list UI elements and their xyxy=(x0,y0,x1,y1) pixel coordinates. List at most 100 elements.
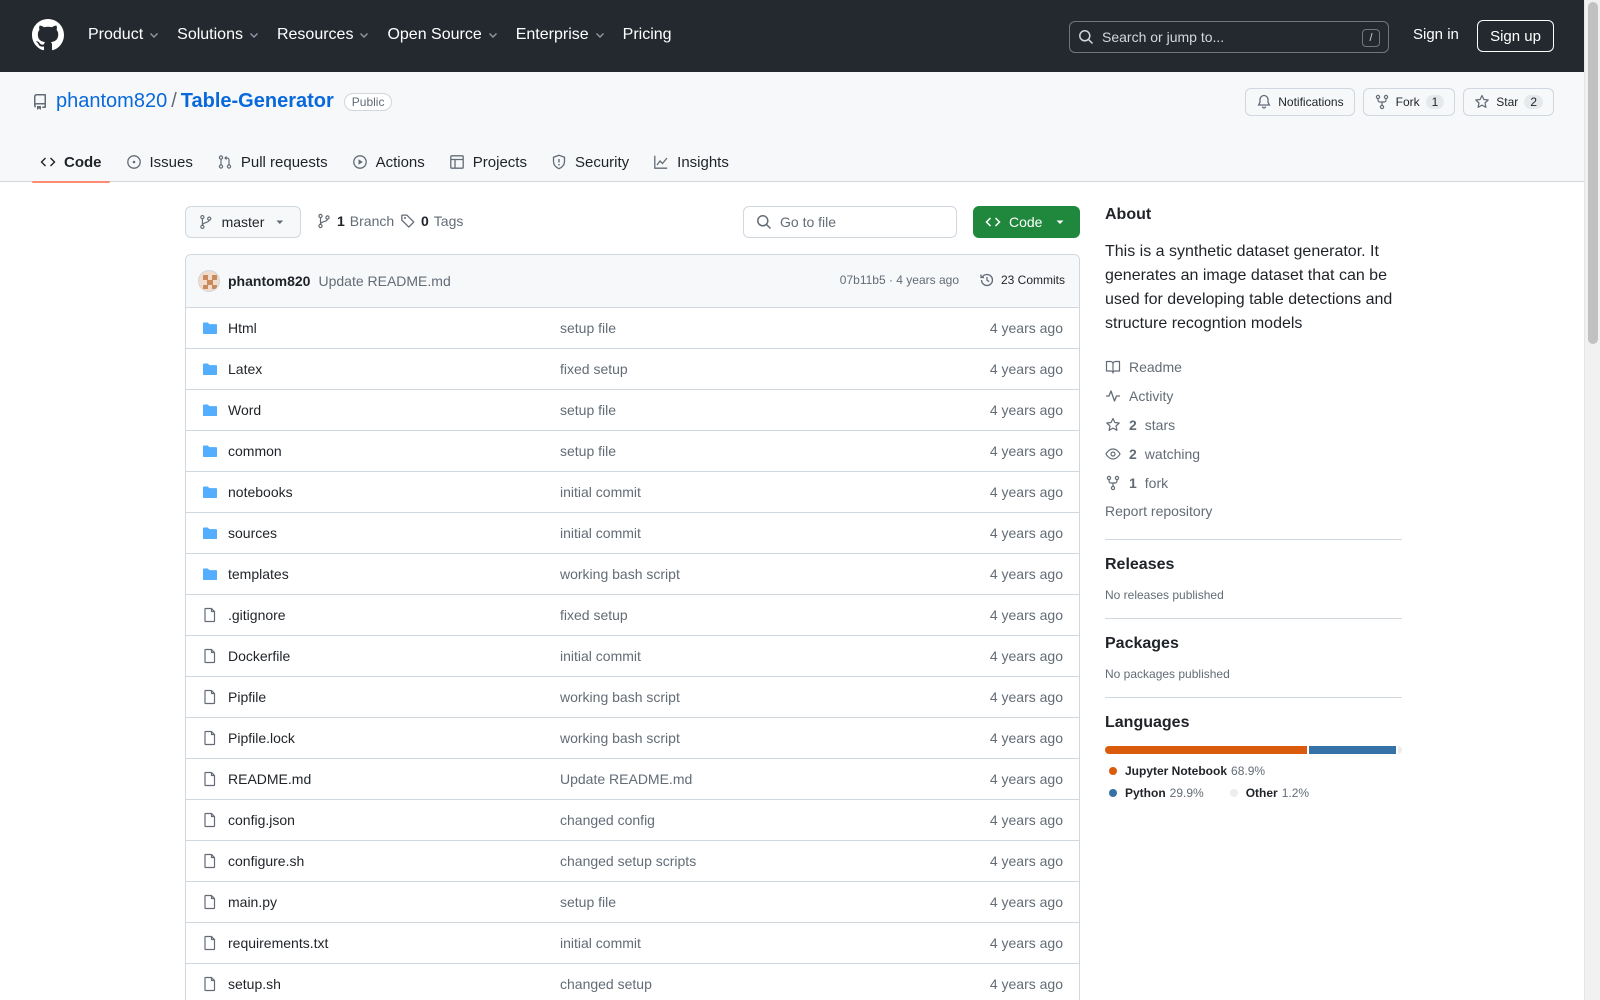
tab-pull-requests[interactable]: Pull requests xyxy=(209,142,336,182)
language-name: Other xyxy=(1245,786,1278,800)
file-name-link[interactable]: common xyxy=(228,443,282,459)
table-row[interactable]: common setup file 4 years ago xyxy=(186,431,1079,472)
page-scrollbar[interactable] xyxy=(1584,0,1600,1000)
file-commit-message-link[interactable]: initial commit xyxy=(560,935,641,951)
tab-code[interactable]: Code xyxy=(32,142,110,183)
file-commit-message-link[interactable]: working bash script xyxy=(560,566,680,582)
table-row[interactable]: templates working bash script 4 years ago xyxy=(186,554,1079,595)
commit-author-link[interactable]: phantom820 xyxy=(228,273,310,289)
sign-up-button[interactable]: Sign up xyxy=(1477,20,1554,52)
file-name-link[interactable]: notebooks xyxy=(228,484,293,500)
forks-link[interactable]: 1 fork xyxy=(1105,468,1402,497)
activity-link[interactable]: Activity xyxy=(1105,381,1402,410)
table-row[interactable]: setup.sh changed setup 4 years ago xyxy=(186,964,1079,1000)
watching-link[interactable]: 2 watching xyxy=(1105,439,1402,468)
table-row[interactable]: main.py setup file 4 years ago xyxy=(186,882,1079,923)
nav-solutions[interactable]: Solutions xyxy=(177,22,260,48)
table-row[interactable]: README.md Update README.md 4 years ago xyxy=(186,759,1079,800)
commit-message-link[interactable]: Update README.md xyxy=(318,273,450,289)
repo-owner-link[interactable]: phantom820 xyxy=(56,90,167,113)
file-name-link[interactable]: Pipfile.lock xyxy=(228,730,295,746)
file-name-link[interactable]: Dockerfile xyxy=(228,648,290,664)
repo-name-link[interactable]: Table-Generator xyxy=(181,90,334,113)
table-row[interactable]: Dockerfile initial commit 4 years ago xyxy=(186,636,1079,677)
sign-in-link[interactable]: Sign in xyxy=(1413,26,1459,43)
file-name-link[interactable]: setup.sh xyxy=(228,976,281,992)
table-row[interactable]: Pipfile working bash script 4 years ago xyxy=(186,677,1079,718)
global-search-input[interactable]: Search or jump to... / xyxy=(1069,21,1389,53)
code-dropdown-button[interactable]: Code xyxy=(973,206,1080,238)
avatar[interactable] xyxy=(198,270,220,292)
tab-security[interactable]: Security xyxy=(543,142,637,182)
file-commit-message-link[interactable]: changed setup scripts xyxy=(560,853,696,869)
stars-link[interactable]: 2 stars xyxy=(1105,410,1402,439)
language-item[interactable]: Python 29.9% xyxy=(1105,786,1204,800)
tab-insights[interactable]: Insights xyxy=(645,142,737,182)
file-commit-message-link[interactable]: fixed setup xyxy=(560,361,628,377)
file-commit-message-link[interactable]: setup file xyxy=(560,320,616,336)
commits-history-link[interactable]: 23 Commits xyxy=(979,272,1065,288)
file-name-link[interactable]: Html xyxy=(228,320,257,336)
file-commit-message-link[interactable]: changed config xyxy=(560,812,655,828)
packages-heading[interactable]: Packages xyxy=(1105,635,1402,653)
notifications-button[interactable]: Notifications xyxy=(1245,88,1355,116)
file-name-link[interactable]: main.py xyxy=(228,894,277,910)
table-row[interactable]: Latex fixed setup 4 years ago xyxy=(186,349,1079,390)
nav-open-source[interactable]: Open Source xyxy=(387,22,498,48)
nav-product[interactable]: Product xyxy=(88,22,160,48)
file-commit-message-link[interactable]: setup file xyxy=(560,402,616,418)
scrollbar-thumb[interactable] xyxy=(1588,2,1598,344)
fork-button[interactable]: Fork 1 xyxy=(1362,88,1456,116)
file-commit-message-link[interactable]: working bash script xyxy=(560,730,680,746)
table-row[interactable]: requirements.txt initial commit 4 years ag… xyxy=(186,923,1079,964)
file-commit-message-link[interactable]: working bash script xyxy=(560,689,680,705)
github-logo-icon[interactable] xyxy=(32,19,64,51)
file-commit-message-link[interactable]: Update README.md xyxy=(560,771,692,787)
readme-link[interactable]: Readme xyxy=(1105,352,1402,381)
file-name-link[interactable]: configure.sh xyxy=(228,853,304,869)
file-name-link[interactable]: README.md xyxy=(228,771,311,787)
table-row[interactable]: Pipfile.lock working bash script 4 years a… xyxy=(186,718,1079,759)
file-name-link[interactable]: templates xyxy=(228,566,289,582)
nav-enterprise[interactable]: Enterprise xyxy=(516,22,606,48)
language-item[interactable]: Other 1.2% xyxy=(1226,786,1309,800)
file-name-link[interactable]: .gitignore xyxy=(228,607,286,623)
table-row[interactable]: notebooks initial commit 4 years ago xyxy=(186,472,1079,513)
releases-heading[interactable]: Releases xyxy=(1105,556,1402,574)
file-commit-message-link[interactable]: initial commit xyxy=(560,484,641,500)
file-commit-message-link[interactable]: fixed setup xyxy=(560,607,628,623)
branches-link[interactable]: 1 Branch xyxy=(316,213,394,229)
table-row[interactable]: configure.sh changed setup scripts 4 years… xyxy=(186,841,1079,882)
table-row[interactable]: sources initial commit 4 years ago xyxy=(186,513,1079,554)
table-row[interactable]: Html setup file 4 years ago xyxy=(186,308,1079,349)
file-commit-message-link[interactable]: initial commit xyxy=(560,525,641,541)
file-name-link[interactable]: Latex xyxy=(228,361,262,377)
tab-actions[interactable]: Actions xyxy=(344,142,433,182)
repo-title: phantom820 / Table-Generator Public xyxy=(32,90,393,113)
tags-link[interactable]: 0 Tags xyxy=(400,213,463,229)
file-name-link[interactable]: Pipfile xyxy=(228,689,266,705)
file-name-link[interactable]: config.json xyxy=(228,812,295,828)
table-row[interactable]: config.json changed config 4 years ago xyxy=(186,800,1079,841)
file-commit-message-link[interactable]: changed setup xyxy=(560,976,652,992)
table-row[interactable]: Word setup file 4 years ago xyxy=(186,390,1079,431)
file-name-link[interactable]: sources xyxy=(228,525,277,541)
tab-issues[interactable]: Issues xyxy=(118,142,201,182)
tab-label: Security xyxy=(574,153,630,171)
table-row[interactable]: .gitignore fixed setup 4 years ago xyxy=(186,595,1079,636)
go-to-file-input[interactable]: Go to file xyxy=(743,206,957,238)
file-commit-message-link[interactable]: setup file xyxy=(560,443,616,459)
commit-hash-time[interactable]: 07b11b5 · 4 years ago xyxy=(840,273,959,287)
nav-resources[interactable]: Resources xyxy=(277,22,370,48)
file-commit-message-link[interactable]: setup file xyxy=(560,894,616,910)
file-name-link[interactable]: Word xyxy=(228,402,261,418)
branch-select-button[interactable]: master xyxy=(185,206,301,238)
report-repository-link[interactable]: Report repository xyxy=(1105,499,1402,523)
file-commit-message-link[interactable]: initial commit xyxy=(560,648,641,664)
tag-count: 0 xyxy=(421,213,429,229)
file-name-link[interactable]: requirements.txt xyxy=(228,935,328,951)
nav-pricing[interactable]: Pricing xyxy=(623,22,672,48)
language-item[interactable]: Jupyter Notebook 68.9% xyxy=(1105,764,1265,778)
tab-projects[interactable]: Projects xyxy=(441,142,535,182)
star-button[interactable]: Star 2 xyxy=(1463,88,1554,116)
